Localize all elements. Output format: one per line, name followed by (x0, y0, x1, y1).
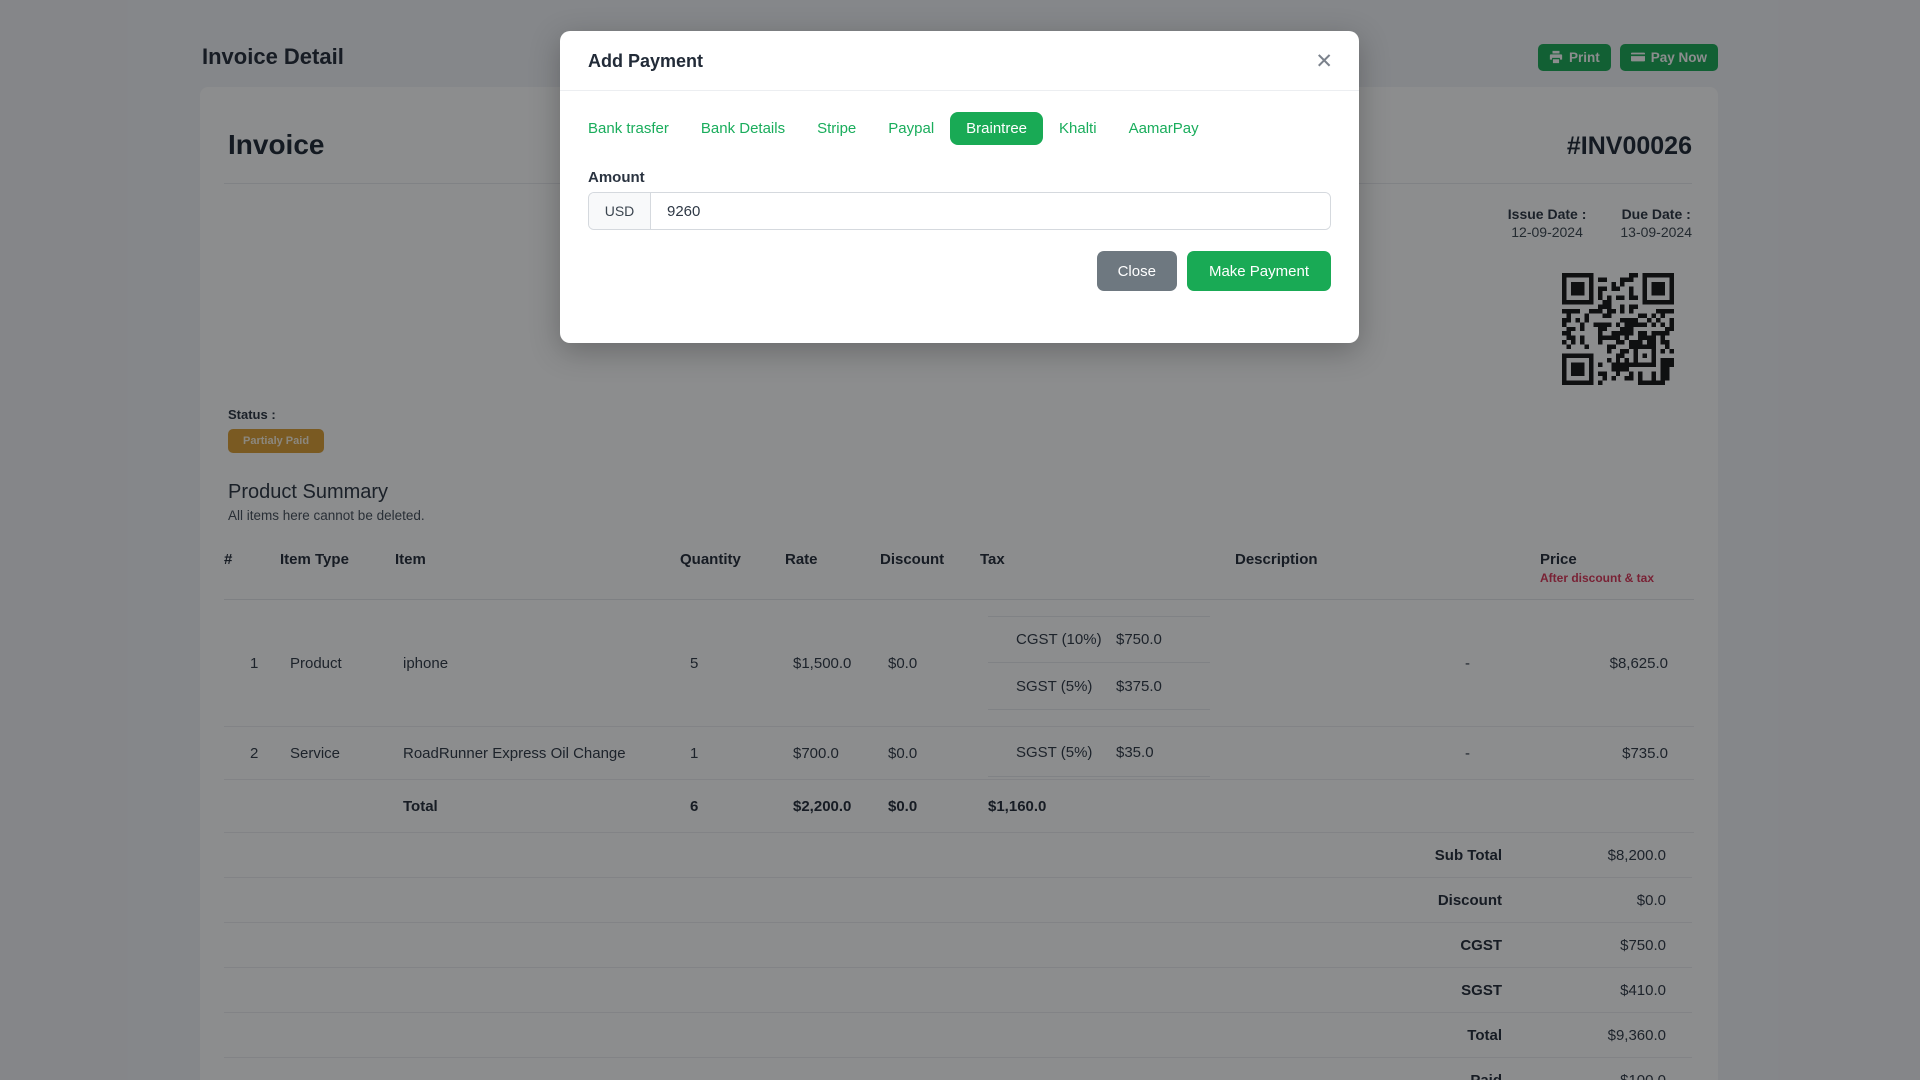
tab-paypal[interactable]: Paypal (872, 112, 950, 145)
tab-bank-transfer[interactable]: Bank trasfer (572, 112, 685, 145)
amount-input[interactable] (651, 193, 1330, 229)
payment-method-tabs: Bank trasfer Bank Details Stripe Paypal … (572, 112, 1331, 145)
make-payment-button[interactable]: Make Payment (1186, 251, 1331, 291)
tab-khalti[interactable]: Khalti (1043, 112, 1113, 145)
modal-footer: Close Make Payment (560, 251, 1331, 291)
add-payment-modal: Add Payment ✕ Bank trasfer Bank Details … (560, 31, 1359, 343)
close-button[interactable]: Close (1096, 251, 1177, 291)
tab-aamarpay[interactable]: AamarPay (1113, 112, 1215, 145)
close-icon[interactable]: ✕ (1315, 51, 1333, 72)
modal-header: Add Payment ✕ (560, 31, 1359, 91)
invoice-detail-page: Invoice Detail Print Pay Now Invoice #IN… (0, 0, 1920, 1080)
tab-braintree[interactable]: Braintree (950, 112, 1044, 145)
modal-title: Add Payment (588, 51, 704, 71)
amount-input-group: USD (588, 192, 1331, 230)
tab-stripe[interactable]: Stripe (801, 112, 872, 145)
amount-label: Amount (588, 169, 645, 186)
currency-prefix: USD (589, 193, 651, 229)
tab-bank-details[interactable]: Bank Details (685, 112, 801, 145)
